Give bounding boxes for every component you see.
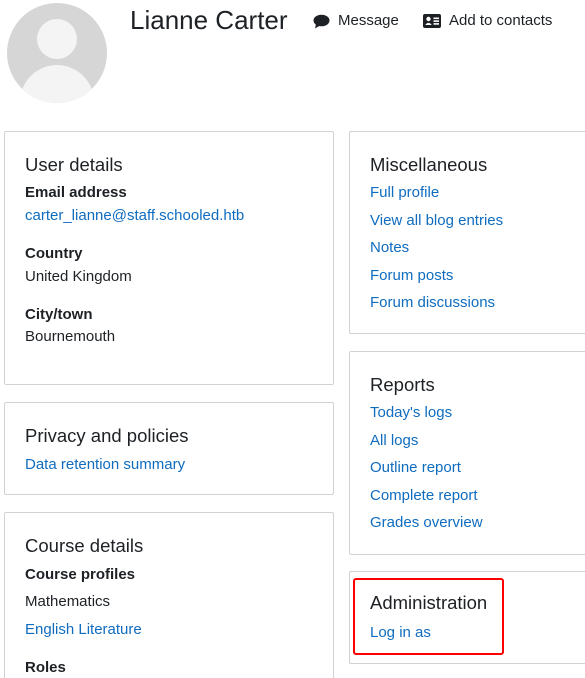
blog-entries-link[interactable]: View all blog entries [370, 211, 503, 231]
add-to-contacts-button[interactable]: Add to contacts [423, 11, 552, 31]
administration-title: Administration [370, 592, 488, 613]
course-link-english-literature[interactable]: English Literature [25, 620, 142, 640]
complete-report-link[interactable]: Complete report [370, 486, 478, 506]
course-details-card: Course details Course profiles Mathemati… [4, 512, 334, 678]
course-details-title: Course details [25, 535, 144, 556]
full-profile-link[interactable]: Full profile [370, 183, 439, 203]
reports-card: Reports Today's logs All logs Outline re… [349, 351, 585, 555]
speech-bubble-icon [313, 14, 330, 28]
all-logs-link[interactable]: All logs [370, 431, 418, 451]
roles-label: Roles [25, 659, 66, 676]
profile-page: Lianne Carter Message Add to contacts Us… [0, 0, 585, 678]
country-label: Country [25, 245, 83, 262]
message-label: Message [338, 12, 399, 29]
email-label: Email address [25, 184, 127, 201]
forum-posts-link[interactable]: Forum posts [370, 266, 453, 286]
add-to-contacts-label: Add to contacts [449, 12, 553, 29]
user-details-title: User details [25, 154, 123, 175]
avatar-head-shape [37, 19, 77, 59]
privacy-title: Privacy and policies [25, 425, 189, 446]
log-in-as-link[interactable]: Log in as [370, 623, 431, 643]
forum-discussions-link[interactable]: Forum discussions [370, 293, 495, 313]
city-value: Bournemouth [25, 328, 116, 345]
miscellaneous-card: Miscellaneous Full profile View all blog… [349, 131, 585, 334]
user-details-card: User details Email address carter_lianne… [4, 131, 334, 385]
grades-overview-link[interactable]: Grades overview [370, 513, 483, 533]
privacy-card: Privacy and policies Data retention summ… [4, 402, 334, 495]
avatar-body-shape [20, 65, 94, 103]
course-profiles-label: Course profiles [25, 566, 136, 583]
address-card-icon [423, 14, 441, 28]
outline-report-link[interactable]: Outline report [370, 458, 461, 478]
page-title: Lianne Carter [130, 5, 288, 35]
data-retention-summary-link[interactable]: Data retention summary [25, 455, 185, 475]
message-button[interactable]: Message [313, 11, 399, 31]
city-label: City/town [25, 306, 93, 323]
miscellaneous-title: Miscellaneous [370, 154, 488, 175]
notes-link[interactable]: Notes [370, 238, 409, 258]
todays-logs-link[interactable]: Today's logs [370, 403, 452, 423]
email-link[interactable]: carter_lianne@staff.schooled.htb [25, 206, 244, 226]
administration-card: Administration Log in as [349, 571, 585, 664]
reports-title: Reports [370, 374, 435, 395]
avatar[interactable] [7, 3, 107, 103]
country-value: United Kingdom [25, 268, 132, 285]
course-item-mathematics: Mathematics [25, 593, 111, 610]
